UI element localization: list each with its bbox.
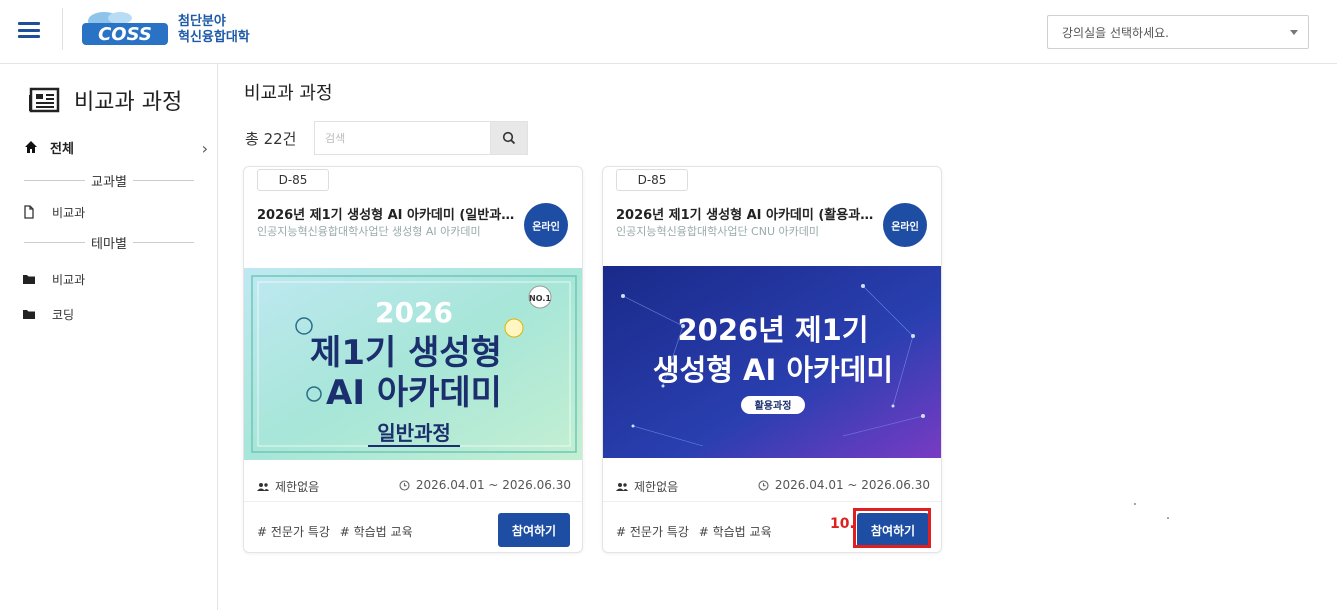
tag[interactable]: # 학습법 교육: [340, 525, 413, 539]
classroom-select-value: 강의실을 선택하세요.: [1062, 25, 1169, 40]
chevron-right-icon: ›: [201, 139, 208, 158]
sidebar-item-label: 코딩: [52, 307, 75, 322]
sidebar-item-theme-coding[interactable]: 코딩: [0, 302, 218, 326]
classroom-select[interactable]: 강의실을 선택하세요.: [1047, 15, 1309, 49]
course-tags: # 전문가 특강 # 학습법 교육: [616, 523, 778, 540]
highlight-box: [853, 508, 931, 548]
banner-line3: 활용과정: [755, 399, 792, 412]
dday-badge: D-85: [616, 169, 688, 191]
capacity-text: 제한없음: [634, 480, 679, 494]
search-bar: [314, 121, 528, 155]
newspaper-icon: [29, 87, 60, 113]
banner-graphic: NO.1 2026 제1기 생성형 AI 아카데미 일반과정: [244, 268, 582, 460]
top-header: COSS 첨단분야 혁신융합대학 강의실을 선택하세요.: [0, 0, 1337, 64]
card-divider: [244, 501, 582, 502]
banner-year: 2026: [375, 296, 453, 329]
logo-line1: 첨단분야: [178, 14, 226, 29]
course-banner-image[interactable]: 2026년 제1기 생성형 AI 아카데미 활용과정: [603, 266, 941, 458]
search-icon: [502, 131, 516, 145]
sidebar-item-theme-noncurricular[interactable]: 비교과: [0, 267, 218, 291]
banner-graphic: 2026년 제1기 생성형 AI 아카데미 활용과정: [603, 266, 941, 458]
result-count: 총 22건: [245, 130, 297, 148]
course-card[interactable]: D-85 2026년 제1기 생성형 AI 아카데미 (활용과정) 인공지능혁신…: [602, 166, 942, 553]
banner-line2: 생성형 AI 아카데미: [653, 353, 893, 387]
clock-icon: [399, 479, 410, 491]
sidebar-item-all-label: 전체: [50, 141, 74, 157]
sidebar-title-text: 비교과 과정: [74, 90, 183, 115]
card-divider: [603, 501, 941, 502]
sidebar-item-subject-noncurricular[interactable]: 비교과: [0, 200, 218, 224]
file-icon: [24, 205, 34, 219]
caret-down-icon: [1290, 30, 1298, 35]
page-title: 비교과 과정: [244, 83, 333, 104]
search-input[interactable]: [314, 121, 490, 155]
users-icon: [257, 482, 269, 491]
course-tags: # 전문가 특강 # 학습법 교육: [257, 523, 419, 540]
banner-line2: AI 아카데미: [326, 373, 502, 413]
capacity-text: 제한없음: [275, 480, 320, 494]
course-title[interactable]: 2026년 제1기 생성형 AI 아카데미 (일반과정): [257, 204, 517, 223]
folder-icon: [23, 310, 35, 319]
sidebar-item-all[interactable]: 전체 ›: [0, 132, 218, 162]
online-badge: 온라인: [883, 203, 927, 247]
course-meta: 제한없음 2026.04.01 ~ 2026.06.30: [257, 478, 571, 496]
course-organizer: 인공지능혁신융합대학사업단 생성형 AI 아카데미: [257, 225, 481, 238]
period-text: 2026.04.01 ~ 2026.06.30: [774, 478, 930, 492]
sidebar-section-theme-label: 테마별: [85, 237, 133, 252]
banner-line1: 2026년 제1기: [677, 313, 868, 347]
sidebar-item-label: 비교과: [52, 205, 86, 220]
course-organizer: 인공지능혁신융합대학사업단 CNU 아카데미: [616, 225, 819, 238]
folder-icon: [23, 275, 35, 284]
course-title[interactable]: 2026년 제1기 생성형 AI 아카데미 (활용과정): [616, 204, 876, 223]
course-card[interactable]: D-85 2026년 제1기 생성형 AI 아카데미 (일반과정) 인공지능혁신…: [243, 166, 583, 553]
sidebar-section-subject-label: 교과별: [85, 175, 133, 190]
sidebar: 비교과 과정 전체 › 교과별 비교과 테마별 비교과 코딩: [0, 64, 218, 610]
clock-icon: [758, 479, 769, 491]
course-meta: 제한없음 2026.04.01 ~ 2026.06.30: [616, 478, 930, 496]
coss-logo[interactable]: COSS: [80, 9, 170, 49]
menu-icon[interactable]: [18, 22, 40, 38]
dday-badge: D-85: [257, 169, 329, 191]
sidebar-section-subject: 교과별: [0, 171, 218, 190]
search-button[interactable]: [490, 121, 528, 155]
home-icon: [25, 141, 37, 153]
course-banner-image[interactable]: NO.1 2026 제1기 생성형 AI 아카데미 일반과정: [244, 268, 582, 460]
online-badge: 온라인: [524, 203, 568, 247]
tag[interactable]: # 전문가 특강: [257, 525, 330, 539]
logo-text: 첨단분야 혁신융합대학: [178, 14, 250, 46]
period-text: 2026.04.01 ~ 2026.06.30: [415, 478, 571, 492]
join-button[interactable]: 참여하기: [498, 513, 570, 547]
svg-text:COSS: COSS: [98, 24, 152, 45]
stray-dot: [1167, 517, 1169, 519]
logo-line2: 혁신융합대학: [178, 30, 250, 45]
step-number: 10.: [830, 516, 855, 532]
tag[interactable]: # 학습법 교육: [699, 525, 772, 539]
sidebar-section-theme: 테마별: [0, 233, 218, 252]
no1-badge: NO.1: [529, 294, 551, 303]
stray-dot: [1134, 503, 1136, 505]
banner-line1: 제1기 생성형: [310, 333, 502, 373]
sidebar-item-label: 비교과: [52, 272, 86, 287]
sidebar-title: 비교과 과정: [28, 84, 182, 116]
tag[interactable]: # 전문가 특강: [616, 525, 689, 539]
header-divider: [62, 8, 63, 50]
users-icon: [616, 482, 628, 491]
banner-line3: 일반과정: [377, 421, 451, 445]
